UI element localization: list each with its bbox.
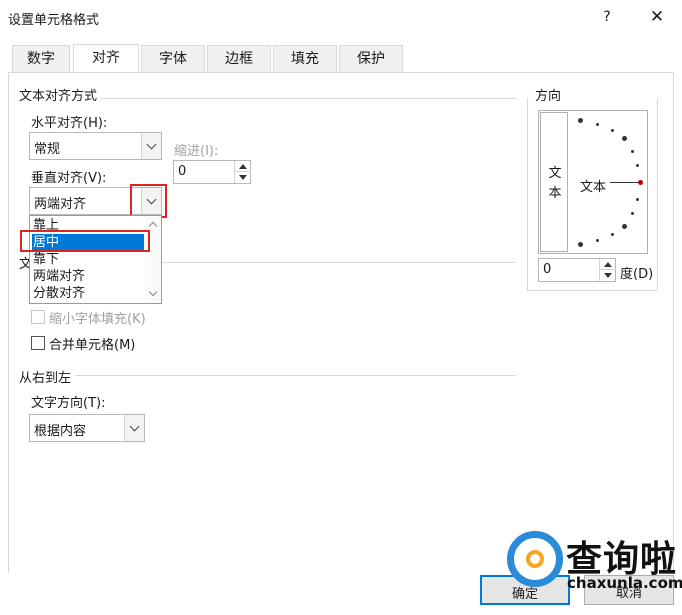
indent-value: 0: [178, 164, 187, 179]
chevron-down-icon: [129, 421, 140, 432]
dial-marker: [611, 233, 614, 236]
text-alignment-group-title: 文本对齐方式: [19, 85, 102, 104]
group-border-left: [527, 98, 528, 290]
text-direction-dropdown-button[interactable]: [124, 415, 144, 441]
dialog-titlebar: 设置单元格格式 ? ✕: [0, 0, 682, 34]
watermark-url: chaxunla.com: [567, 574, 682, 592]
dial-marker: [596, 123, 599, 126]
highlight-box-dropdown: [130, 184, 167, 218]
horizontal-align-select[interactable]: 常规: [29, 132, 162, 160]
spin-down-icon: [604, 273, 612, 278]
dial-marker: [636, 198, 639, 201]
horizontal-align-value: 常规: [34, 142, 61, 157]
spin-down-icon: [239, 175, 247, 180]
vertical-text-button[interactable]: 文 本: [540, 112, 568, 252]
merge-cells-checkbox[interactable]: [31, 336, 45, 350]
degree-value: 0: [543, 262, 552, 277]
dial-needle: [610, 182, 640, 183]
option-distributed[interactable]: 分散对齐: [32, 285, 144, 302]
tab-font[interactable]: 字体: [141, 45, 205, 73]
chevron-down-icon: [146, 139, 157, 150]
indent-spin-buttons[interactable]: [234, 161, 251, 183]
vertical-align-options-list[interactable]: 靠上 居中 靠下 两端对齐 分散对齐: [29, 215, 162, 304]
dial-marker: [631, 150, 634, 153]
close-button[interactable]: ✕: [646, 6, 668, 28]
vertical-align-value: 两端对齐: [34, 197, 87, 212]
option-bottom[interactable]: 靠下: [32, 251, 144, 268]
tab-number[interactable]: 数字: [12, 45, 70, 73]
degree-spin-buttons[interactable]: [599, 259, 616, 281]
degree-spinner[interactable]: 0: [538, 258, 616, 282]
spin-up-icon: [239, 164, 247, 169]
orientation-group-title: 方向: [535, 85, 566, 104]
shrink-to-fit-label: 缩小字体填充(K): [49, 312, 146, 327]
spin-up-icon: [604, 262, 612, 267]
merge-cells-label: 合并单元格(M): [49, 338, 136, 353]
tab-fill[interactable]: 填充: [273, 45, 337, 73]
indent-label: 缩进(I):: [174, 144, 219, 159]
dial-marker: [636, 164, 639, 167]
vertical-text-label: 文 本: [548, 166, 562, 201]
help-button[interactable]: ?: [598, 6, 616, 28]
group-border-bottom: [527, 290, 657, 291]
text-direction-value: 根据内容: [34, 424, 87, 439]
highlight-box-center-option: [20, 230, 150, 252]
dial-marker: [631, 212, 634, 215]
watermark-logo-icon: [507, 531, 563, 587]
rtl-group-title: 从右到左: [19, 367, 76, 386]
scroll-up-icon: [148, 221, 158, 231]
text-direction-label: 文字方向(T):: [31, 396, 106, 411]
ok-button-label: 确定: [511, 587, 538, 602]
group-divider: [100, 98, 516, 99]
dial-marker: [622, 224, 627, 229]
indent-spinner[interactable]: 0: [173, 160, 251, 184]
scroll-down-icon: [148, 287, 158, 297]
dialog-title: 设置单元格格式: [8, 13, 100, 28]
dial-marker: [578, 118, 583, 123]
horizontal-align-label: 水平对齐(H):: [31, 116, 108, 131]
dial-marker: [611, 129, 614, 132]
dial-marker: [622, 136, 627, 141]
vertical-align-label: 垂直对齐(V):: [31, 171, 107, 186]
tab-border[interactable]: 边框: [207, 45, 271, 73]
tab-alignment[interactable]: 对齐: [73, 44, 139, 73]
dial-marker-current: [638, 180, 643, 185]
option-justify[interactable]: 两端对齐: [32, 268, 144, 285]
text-direction-select[interactable]: 根据内容: [29, 414, 145, 442]
horizontal-align-dropdown-button[interactable]: [141, 133, 161, 159]
shrink-to-fit-checkbox[interactable]: [31, 310, 45, 324]
group-divider: [74, 375, 516, 376]
group-border-right: [657, 98, 658, 290]
dial-text-label: 文本: [580, 180, 607, 195]
orientation-dial[interactable]: 文本: [572, 112, 646, 252]
tab-protection[interactable]: 保护: [339, 45, 403, 73]
dial-marker: [596, 239, 599, 242]
dial-marker: [578, 242, 583, 247]
watermark-logo-inner: [526, 550, 544, 568]
degree-label: 度(D): [620, 267, 654, 282]
